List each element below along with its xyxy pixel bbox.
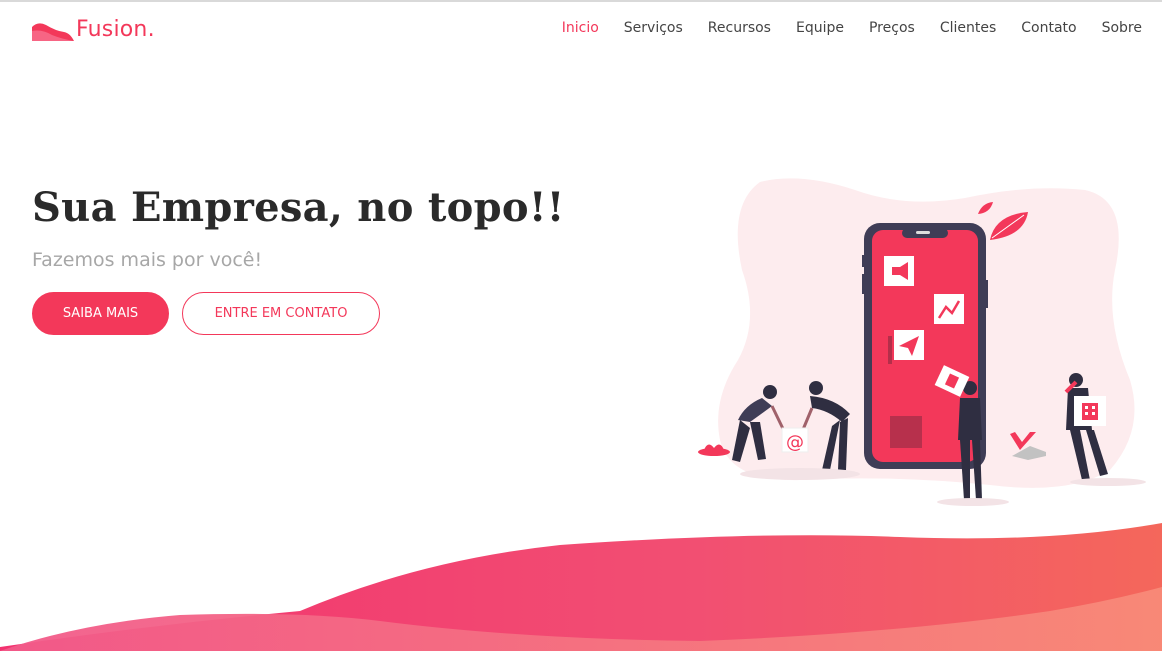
nav-item-sobre[interactable]: Sobre [1102, 19, 1142, 37]
at-sign-icon: @ [781, 427, 809, 453]
nav-item-inicio[interactable]: Inicio [562, 19, 599, 37]
main-nav: Inicio Serviços Recursos Equipe Preços C… [537, 19, 1142, 37]
chart-icon [934, 294, 964, 324]
hero-title: Sua Empresa, no topo!! [32, 184, 565, 231]
building-icon [1074, 396, 1106, 426]
megaphone-icon [884, 256, 914, 286]
nav-item-clientes[interactable]: Clientes [940, 19, 996, 37]
hero-illustration: @ [698, 178, 1146, 506]
footer-waves [0, 523, 1162, 651]
ground-shadow [740, 468, 860, 480]
ground-shadow-center [937, 498, 1009, 506]
nav-item-contato[interactable]: Contato [1021, 19, 1076, 37]
hero-subtitle: Fazemos mais por você! [32, 249, 263, 271]
wave-logo-icon [32, 23, 74, 41]
brand-name: Fusion. [76, 16, 155, 42]
nav-item-precos[interactable]: Preços [869, 19, 915, 37]
nav-item-equipe[interactable]: Equipe [796, 19, 844, 37]
phone-tile [890, 416, 922, 448]
navbar: Fusion. Inicio Serviços Recursos Equipe … [0, 2, 1162, 58]
entre-em-contato-button[interactable]: ENTRE EM CONTATO [182, 292, 380, 335]
svg-text:@: @ [786, 432, 804, 453]
nav-item-servicos[interactable]: Serviços [624, 19, 683, 37]
ground-shadow-right [1070, 478, 1146, 486]
saiba-mais-button[interactable]: SAIBA MAIS [32, 292, 169, 335]
nav-item-recursos[interactable]: Recursos [708, 19, 771, 37]
brand-logo-link[interactable]: Fusion. [32, 14, 155, 44]
